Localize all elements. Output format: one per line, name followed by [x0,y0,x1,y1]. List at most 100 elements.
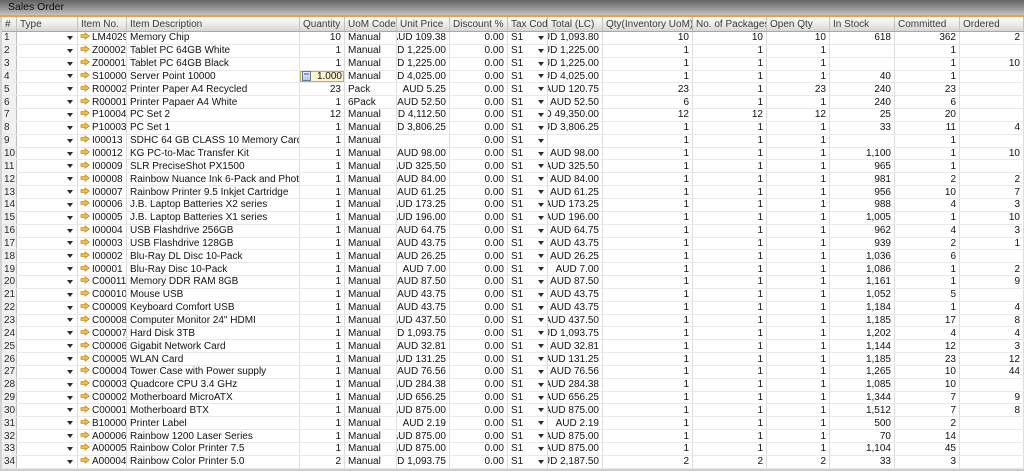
cell-type[interactable] [17,430,78,442]
cell-type[interactable] [17,263,78,275]
column-header-packages[interactable]: No. of Packages [693,17,767,31]
cell-item-description[interactable]: Rainbow Color Printer 5.0 [127,456,300,468]
cell-tax-code[interactable]: S1 [508,45,548,57]
cell-tax-code[interactable]: S1 [508,135,548,147]
cell-uom-code[interactable]: Manual [345,71,397,83]
cell-quantity[interactable]: 1 [300,135,345,147]
cell-tax-code[interactable]: S1 [508,199,548,211]
cell-type[interactable] [17,212,78,224]
cell-qty-inventory-uom[interactable]: 1 [603,404,693,416]
cell-packages[interactable]: 1 [693,83,767,95]
cell-tax-code[interactable]: S1 [508,263,548,275]
link-arrow-icon[interactable] [80,392,90,403]
cell-packages[interactable]: 1 [693,160,767,172]
cell-unit-price[interactable]: AUD 43.75 [397,302,450,314]
cell-discount[interactable]: 0.00 [450,353,508,365]
cell-qty-inventory-uom[interactable]: 12 [603,109,693,121]
cell-item-description[interactable]: Blu-Ray Disc 10-Pack [127,263,300,275]
link-arrow-icon[interactable] [80,456,90,467]
cell-tax-code[interactable]: S1 [508,160,548,172]
cell-type[interactable] [17,45,78,57]
cell-qty-inventory-uom[interactable]: 1 [603,392,693,404]
link-arrow-icon[interactable] [80,418,90,429]
cell-item-description[interactable]: SDHC 64 GB CLASS 10 Memory Card [127,135,300,147]
cell-item-no[interactable]: S10000 [78,71,127,83]
cell-item-description[interactable]: Tablet PC 64GB Black [127,58,300,70]
cell-unit-price[interactable]: AUD 131.25 [397,353,450,365]
link-arrow-icon[interactable] [80,84,90,95]
row-number-cell[interactable]: 22 [2,302,17,314]
calculator-icon[interactable] [302,71,311,81]
cell-discount[interactable]: 0.00 [450,122,508,134]
row-number-cell[interactable]: 32 [2,430,17,442]
cell-qty-inventory-uom[interactable]: 1 [603,443,693,455]
cell-packages[interactable]: 1 [693,71,767,83]
cell-quantity[interactable]: 1 [300,276,345,288]
cell-total-lc[interactable]: AUD 76.56 [548,366,603,378]
cell-total-lc[interactable]: AUD 656.25 [548,392,603,404]
cell-unit-price[interactable]: AUD 4,112.50 [397,109,450,121]
cell-open-qty[interactable]: 2 [767,456,830,468]
cell-quantity[interactable]: 1 [300,302,345,314]
link-arrow-icon[interactable] [80,187,90,198]
cell-qty-inventory-uom[interactable]: 1 [603,45,693,57]
cell-item-no[interactable]: C00004 [78,366,127,378]
cell-unit-price[interactable]: AUD 1,093.75 [397,327,450,339]
cell-open-qty[interactable]: 12 [767,109,830,121]
link-arrow-icon[interactable] [80,302,90,313]
cell-discount[interactable]: 0.00 [450,250,508,262]
cell-total-lc[interactable] [548,135,603,147]
cell-item-no[interactable]: C00003 [78,379,127,391]
cell-open-qty[interactable]: 23 [767,83,830,95]
cell-open-qty[interactable]: 1 [767,443,830,455]
cell-item-description[interactable]: Rainbow Printer 9.5 Inkjet Cartridge [127,186,300,198]
cell-packages[interactable]: 1 [693,276,767,288]
cell-item-description[interactable]: Tower Case with Power supply [127,366,300,378]
cell-discount[interactable]: 0.00 [450,302,508,314]
cell-type[interactable] [17,109,78,121]
cell-unit-price[interactable]: AUD 43.75 [397,289,450,301]
cell-open-qty[interactable]: 1 [767,199,830,211]
cell-discount[interactable]: 0.00 [450,327,508,339]
cell-packages[interactable]: 1 [693,186,767,198]
cell-quantity[interactable]: 23 [300,83,345,95]
cell-unit-price[interactable]: AUD 284.38 [397,379,450,391]
cell-discount[interactable]: 0.00 [450,212,508,224]
cell-discount[interactable]: 0.00 [450,379,508,391]
cell-discount[interactable]: 0.00 [450,392,508,404]
cell-open-qty[interactable]: 1 [767,289,830,301]
cell-unit-price[interactable]: AUD 437.50 [397,315,450,327]
cell-uom-code[interactable]: Manual [345,58,397,70]
column-header-discount[interactable]: Discount % [450,17,508,31]
cell-tax-code[interactable]: S1 [508,71,548,83]
cell-item-no[interactable]: Z00001 [78,58,127,70]
cell-item-no[interactable]: A00004 [78,456,127,468]
cell-qty-inventory-uom[interactable]: 1 [603,430,693,442]
cell-unit-price[interactable]: AUD 875.00 [397,404,450,416]
cell-qty-inventory-uom[interactable]: 1 [603,225,693,237]
cell-unit-price[interactable]: AUD 61.25 [397,186,450,198]
cell-total-lc[interactable]: AUD 61.25 [548,186,603,198]
cell-tax-code[interactable]: S1 [508,289,548,301]
cell-quantity[interactable]: 1 [300,199,345,211]
cell-tax-code[interactable]: S1 [508,96,548,108]
column-header-description[interactable]: Item Description [127,17,300,31]
cell-unit-price[interactable]: AUD 5.25 [397,83,450,95]
cell-quantity[interactable]: 1 [300,327,345,339]
cell-unit-price[interactable]: AUD 26.25 [397,250,450,262]
cell-uom-code[interactable]: Manual [345,315,397,327]
cell-discount[interactable]: 0.00 [450,45,508,57]
cell-unit-price[interactable]: AUD 84.00 [397,173,450,185]
row-number-cell[interactable]: 15 [2,212,17,224]
cell-qty-inventory-uom[interactable]: 1 [603,327,693,339]
cell-uom-code[interactable]: Manual [345,135,397,147]
cell-packages[interactable]: 1 [693,289,767,301]
cell-uom-code[interactable]: Manual [345,340,397,352]
cell-type[interactable] [17,366,78,378]
cell-type[interactable] [17,379,78,391]
cell-uom-code[interactable]: Manual [345,302,397,314]
row-number-cell[interactable]: 13 [2,186,17,198]
cell-open-qty[interactable]: 1 [767,160,830,172]
cell-item-no[interactable]: C00002 [78,392,127,404]
cell-packages[interactable]: 1 [693,417,767,429]
